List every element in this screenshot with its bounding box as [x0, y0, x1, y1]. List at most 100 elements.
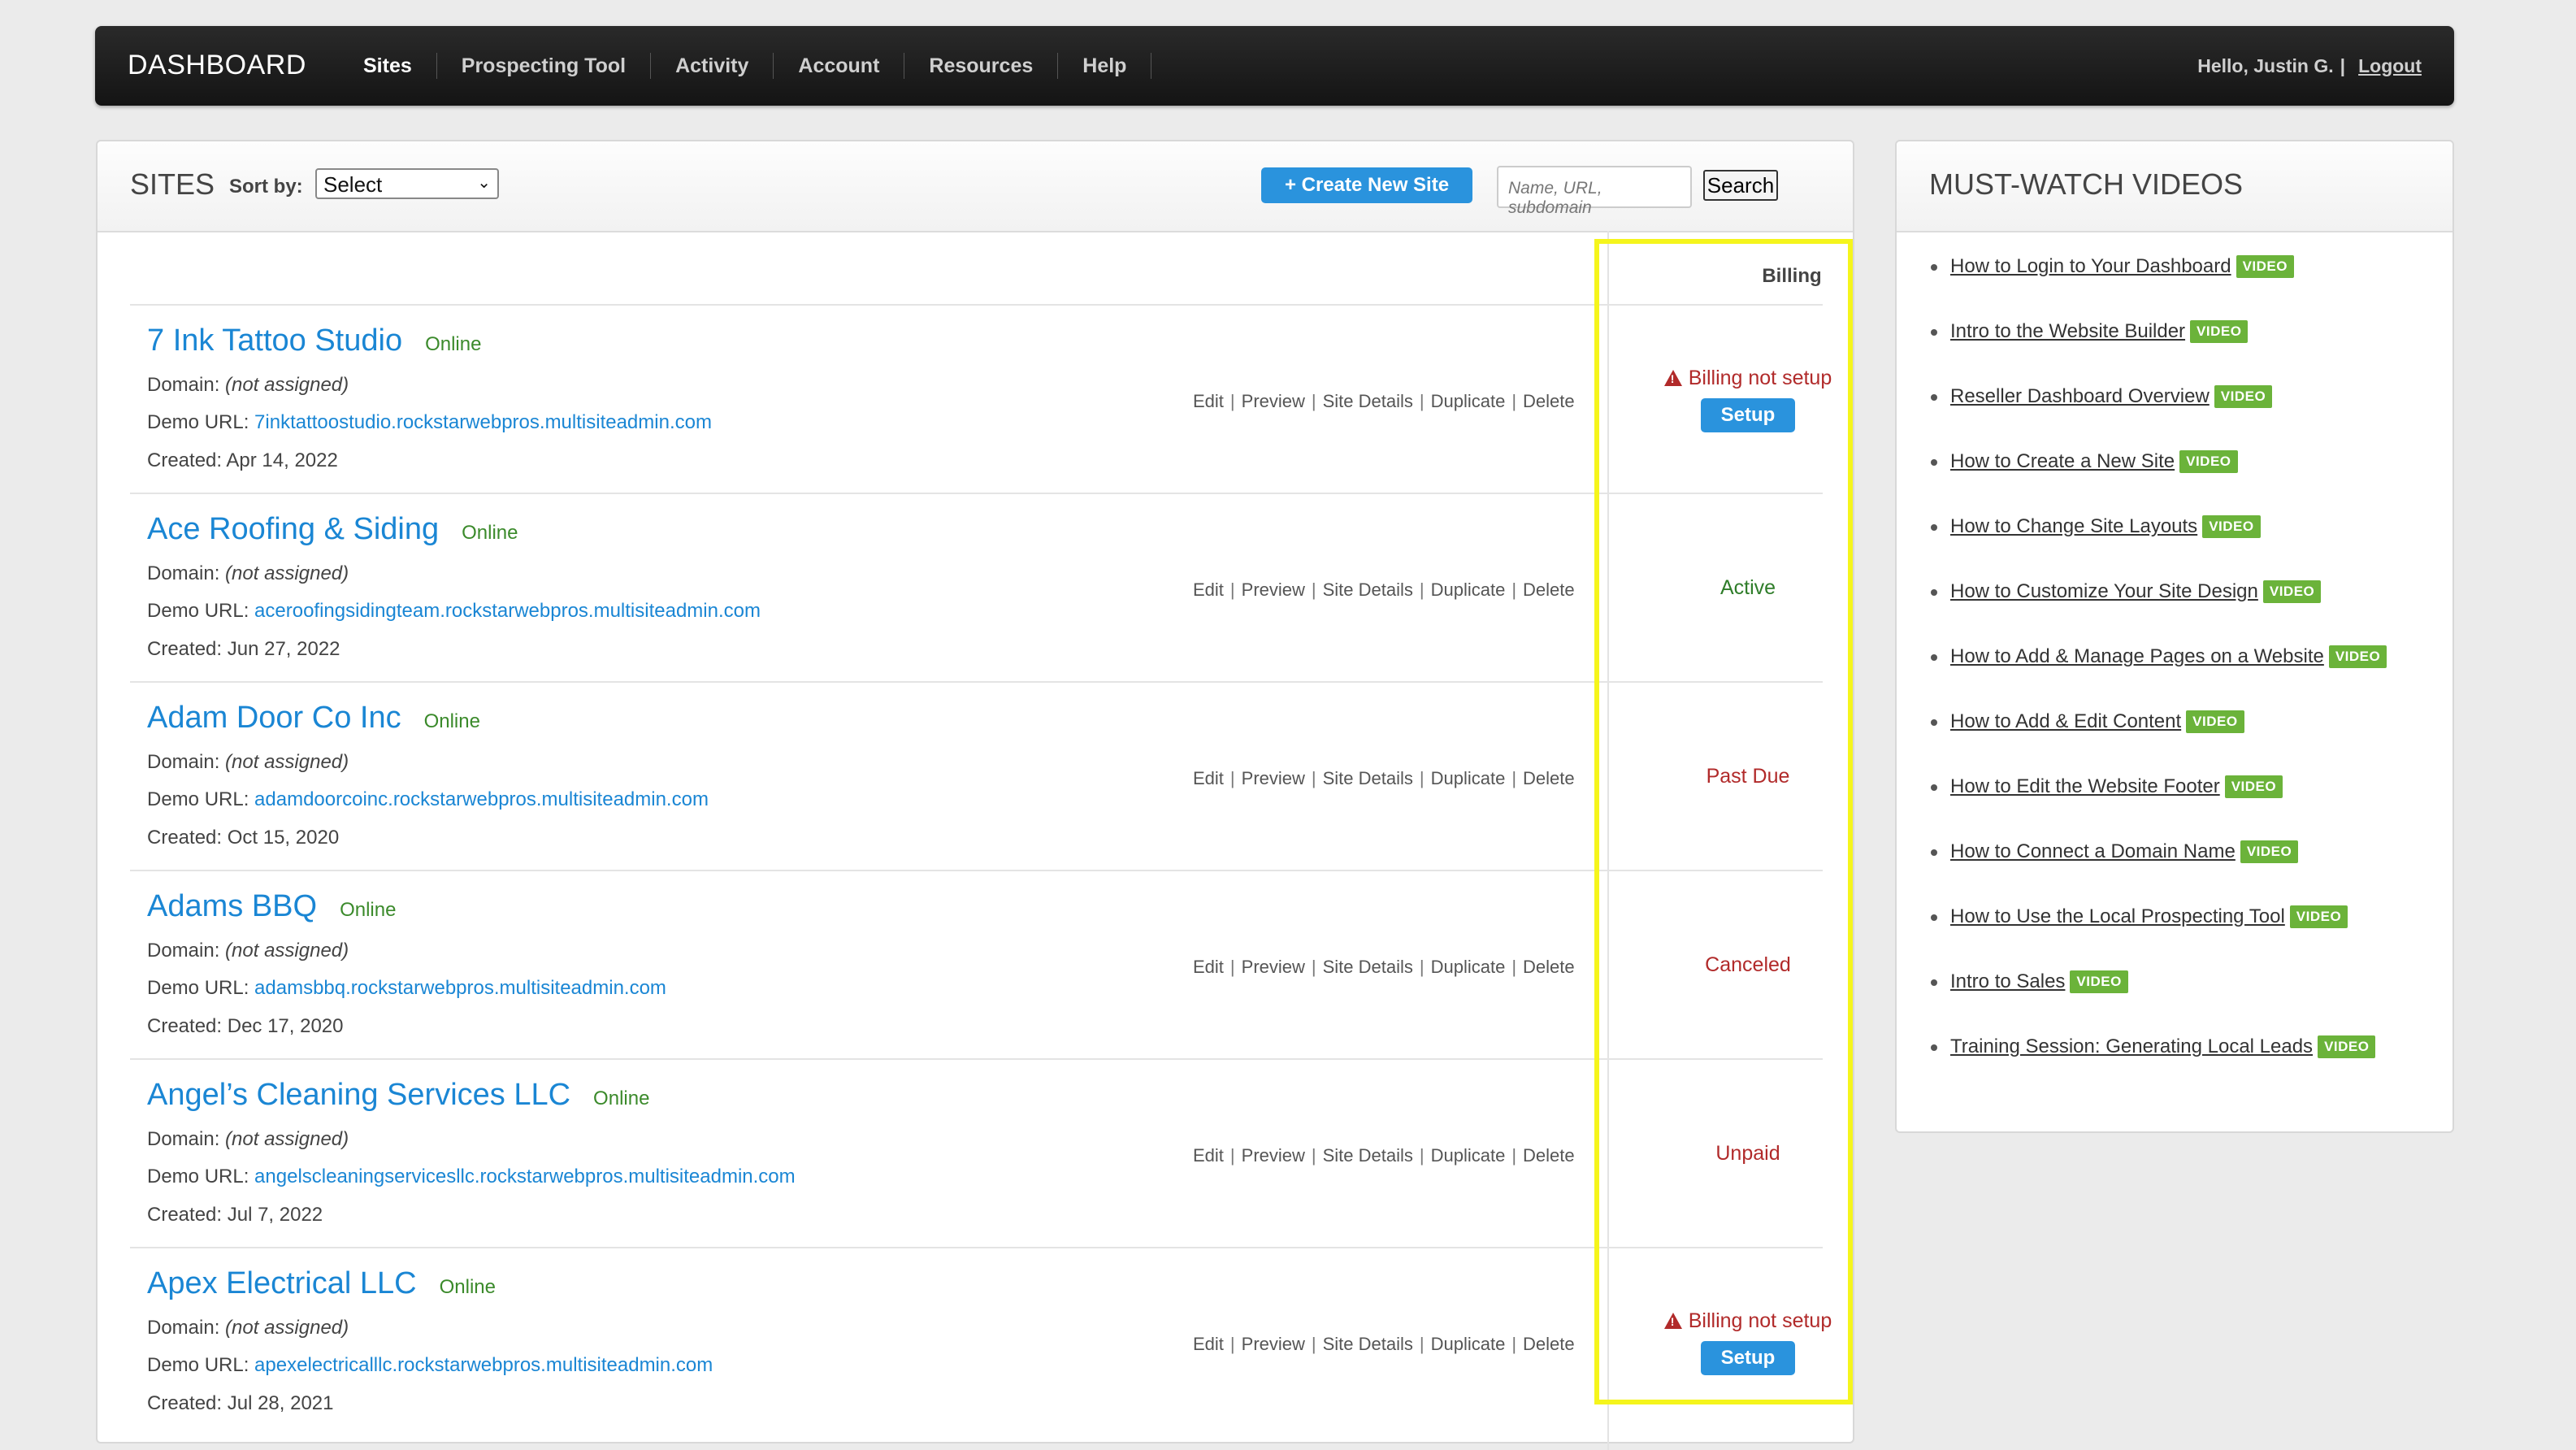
preview-link[interactable]: Preview [1242, 1145, 1305, 1166]
delete-link[interactable]: Delete [1523, 1334, 1575, 1354]
demo-url-label: Demo URL: [147, 1166, 249, 1187]
billing-setup-button[interactable]: Setup [1701, 397, 1795, 432]
video-link[interactable]: How to Add & Manage Pages on a Website [1950, 645, 2324, 668]
demo-url-link[interactable]: aceroofingsidingteam.rockstarwebpros.mul… [254, 600, 761, 622]
demo-url-link[interactable]: 7inktattoostudio.rockstarwebpros.multisi… [254, 411, 712, 433]
preview-link[interactable]: Preview [1242, 580, 1305, 600]
duplicate-link[interactable]: Duplicate [1431, 580, 1506, 600]
site-name-link[interactable]: Ace Roofing & Siding [147, 512, 439, 546]
video-link[interactable]: Intro to the Website Builder [1950, 320, 2185, 343]
video-badge: VIDEO [2190, 320, 2249, 343]
site-details-link[interactable]: Site Details [1323, 391, 1413, 411]
video-link[interactable]: How to Login to Your Dashboard [1950, 255, 2231, 278]
created-label: Created: [147, 638, 223, 660]
dashboard-brand[interactable]: DASHBOARD [128, 50, 306, 81]
edit-link[interactable]: Edit [1193, 768, 1224, 788]
video-badge: VIDEO [2318, 1035, 2376, 1058]
search-button[interactable]: Search [1703, 170, 1778, 201]
edit-link[interactable]: Edit [1193, 1334, 1224, 1354]
domain-value: (not assigned) [225, 562, 349, 584]
site-actions: Edit | Preview | Site Details | Duplicate | Dele… [1193, 391, 1575, 411]
duplicate-link[interactable]: Duplicate [1431, 957, 1506, 977]
bullet-icon [1931, 654, 1937, 661]
billing-cell: Past Due [1641, 683, 1854, 870]
site-created: Created: Jul 7, 2022 [147, 1204, 323, 1226]
domain-value: (not assigned) [225, 940, 349, 962]
site-details-link[interactable]: Site Details [1323, 957, 1413, 977]
nav-account[interactable]: Account [774, 54, 904, 78]
video-badge: VIDEO [2240, 840, 2299, 863]
demo-url-link[interactable]: angelscleaningservicesllc.rockstarwebpro… [254, 1166, 796, 1187]
site-name-link[interactable]: Adams BBQ [147, 889, 317, 923]
video-link[interactable]: How to Change Site Layouts [1950, 515, 2197, 538]
bullet-icon [1931, 459, 1937, 466]
site-name-link[interactable]: Apex Electrical LLC [147, 1266, 417, 1300]
video-badge: VIDEO [2070, 970, 2128, 993]
site-name-row: Angel’s Cleaning Services LLC Online [147, 1078, 649, 1113]
domain-value: (not assigned) [225, 374, 349, 396]
site-domain: Domain: (not assigned) [147, 1317, 349, 1339]
edit-link[interactable]: Edit [1193, 580, 1224, 600]
logout-link[interactable]: Logout [2358, 55, 2422, 77]
preview-link[interactable]: Preview [1242, 1334, 1305, 1354]
video-link[interactable]: Intro to Sales [1950, 970, 2065, 993]
site-details-link[interactable]: Site Details [1323, 1334, 1413, 1354]
site-details-link[interactable]: Site Details [1323, 580, 1413, 600]
video-link[interactable]: How to Customize Your Site Design [1950, 580, 2258, 603]
edit-link[interactable]: Edit [1193, 957, 1224, 977]
edit-link[interactable]: Edit [1193, 391, 1224, 411]
site-details-link[interactable]: Site Details [1323, 1145, 1413, 1166]
video-link[interactable]: How to Connect a Domain Name [1950, 840, 2236, 863]
video-link[interactable]: How to Edit the Website Footer [1950, 775, 2220, 798]
nav-prospecting-tool[interactable]: Prospecting Tool [437, 54, 650, 78]
demo-url-label: Demo URL: [147, 977, 249, 999]
site-name-link[interactable]: Adam Door Co Inc [147, 701, 401, 735]
warning-icon [1663, 1312, 1682, 1329]
delete-link[interactable]: Delete [1523, 391, 1575, 411]
video-link[interactable]: How to Create a New Site [1950, 450, 2175, 473]
billing-column-header: Billing [1762, 265, 1822, 287]
billing-cell: Unpaid [1641, 1060, 1854, 1247]
sort-select[interactable]: Select ⌄ [315, 168, 499, 199]
site-name-link[interactable]: Angel’s Cleaning Services LLC [147, 1078, 570, 1112]
video-link[interactable]: How to Add & Edit Content [1950, 710, 2181, 733]
search-input[interactable]: Name, URL, subdomain [1497, 166, 1692, 217]
video-link[interactable]: How to Use the Local Prospecting Tool [1950, 905, 2285, 928]
preview-link[interactable]: Preview [1242, 957, 1305, 977]
delete-link[interactable]: Delete [1523, 768, 1575, 788]
billing-status: Billing not setup [1663, 367, 1832, 390]
nav-help[interactable]: Help [1058, 54, 1151, 78]
demo-url-link[interactable]: adamdoorcoinc.rockstarwebpros.multisitea… [254, 788, 709, 810]
site-row: Apex Electrical LLC Online Domain: (not a… [130, 1247, 1832, 1435]
edit-link[interactable]: Edit [1193, 1145, 1224, 1166]
demo-url-link[interactable]: adamsbbq.rockstarwebpros.multisiteadmin.… [254, 977, 666, 999]
domain-label: Domain: [147, 1317, 220, 1339]
duplicate-link[interactable]: Duplicate [1431, 768, 1506, 788]
nav-activity[interactable]: Activity [651, 54, 773, 78]
demo-url-label: Demo URL: [147, 1354, 249, 1376]
site-demo-url: Demo URL: 7inktattoostudio.rockstarwebpr… [147, 411, 712, 434]
delete-link[interactable]: Delete [1523, 957, 1575, 977]
create-new-site-button[interactable]: + Create New Site [1261, 167, 1472, 203]
video-link[interactable]: Training Session: Generating Local Leads [1950, 1035, 2313, 1058]
site-created: Created: Dec 17, 2020 [147, 1015, 344, 1038]
preview-link[interactable]: Preview [1242, 391, 1305, 411]
bullet-icon [1931, 849, 1937, 856]
site-name-link[interactable]: 7 Ink Tattoo Studio [147, 323, 402, 358]
demo-url-label: Demo URL: [147, 788, 249, 810]
nav-sites[interactable]: Sites [339, 54, 436, 78]
duplicate-link[interactable]: Duplicate [1431, 1334, 1506, 1354]
billing-setup-button[interactable]: Setup [1701, 1340, 1795, 1375]
duplicate-link[interactable]: Duplicate [1431, 391, 1506, 411]
site-row: Ace Roofing & Siding Online Domain: (not … [130, 493, 1823, 681]
site-status: Online [340, 899, 397, 921]
delete-link[interactable]: Delete [1523, 1145, 1575, 1166]
site-details-link[interactable]: Site Details [1323, 768, 1413, 788]
delete-link[interactable]: Delete [1523, 580, 1575, 600]
video-link[interactable]: Reseller Dashboard Overview [1950, 385, 2210, 408]
duplicate-link[interactable]: Duplicate [1431, 1145, 1506, 1166]
nav-resources[interactable]: Resources [904, 54, 1057, 78]
billing-status-text: Billing not setup [1688, 1309, 1832, 1332]
preview-link[interactable]: Preview [1242, 768, 1305, 788]
demo-url-link[interactable]: apexelectricalllc.rockstarwebpros.multis… [254, 1354, 713, 1376]
